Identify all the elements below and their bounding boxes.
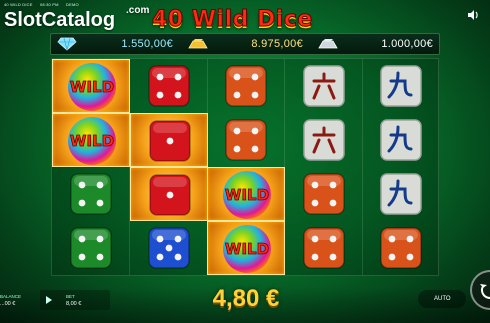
- dice-icon: [147, 65, 190, 107]
- jackpot-gold-value: 8.975,00€: [251, 38, 303, 50]
- watermark-suffix: .com: [126, 5, 150, 16]
- dice-icon: [303, 227, 345, 269]
- wild-symbol-art: WILD: [223, 171, 272, 219]
- jackpot-diamond: 1.550,00€: [51, 34, 181, 54]
- tile-nine-symbol: [362, 113, 440, 167]
- clock-text: 08:30 PM: [39, 2, 59, 7]
- jackpot-silver: 1.000,00€: [311, 34, 441, 54]
- silver-bar-icon: [318, 39, 338, 49]
- gold-bar-icon: [188, 39, 208, 49]
- orange-dice-symbol: [207, 113, 285, 167]
- red-dice-symbol: [129, 113, 208, 167]
- watermark-logo: SlotCatalog .com: [4, 5, 149, 35]
- bet-value: 8,00 €: [66, 301, 82, 307]
- dice-icon: [380, 227, 423, 269]
- dice-icon: [70, 173, 112, 215]
- wild-symbol: WILD: [207, 221, 286, 275]
- bet-label: BET: [66, 294, 75, 299]
- balance-label: BALANCE: [0, 294, 22, 299]
- wild-text: WILD: [70, 78, 114, 96]
- play-icon[interactable]: [45, 296, 53, 304]
- tile-six-symbol: [285, 59, 363, 113]
- orange-dice-symbol: [285, 221, 363, 275]
- dice-icon: [225, 119, 267, 161]
- wild-text: WILD: [70, 132, 114, 150]
- wild-symbol: WILD: [52, 113, 130, 167]
- wild-symbol: WILD: [207, 167, 286, 221]
- reel-grid: WILD WILD WILD WILD: [51, 58, 439, 276]
- diamond-icon: [57, 37, 77, 51]
- jackpot-silver-value: 1.000,00€: [381, 38, 433, 50]
- mahjong-nine-icon: [380, 65, 423, 107]
- wild-symbol-art: WILD: [68, 63, 116, 111]
- jackpot-diamond-value: 1.550,00€: [121, 38, 173, 50]
- dice-icon: [225, 65, 267, 107]
- watermark-name: SlotCatalog: [4, 9, 116, 31]
- orange-dice-symbol: [362, 221, 440, 275]
- autoplay-button[interactable]: AUTO: [418, 290, 466, 308]
- dice-icon: [147, 227, 190, 269]
- dice-icon: [148, 174, 191, 216]
- mode-text: DEMO: [66, 2, 79, 7]
- spin-icon: [480, 282, 490, 299]
- orange-dice-symbol: [207, 59, 285, 113]
- green-dice-symbol: [52, 167, 130, 221]
- tile-nine-symbol: [362, 59, 440, 113]
- dice-icon: [303, 173, 345, 215]
- orange-dice-symbol: [285, 167, 363, 221]
- mahjong-six-icon: [303, 65, 345, 107]
- wild-symbol-art: WILD: [68, 117, 116, 165]
- mahjong-nine-icon: [380, 173, 423, 215]
- blue-dice-symbol: [130, 221, 208, 275]
- red-dice-symbol: [129, 167, 208, 221]
- wild-symbol: WILD: [52, 59, 130, 113]
- tile-six-symbol: [285, 113, 363, 167]
- game-name-text: 40 WILD DICE: [4, 2, 33, 7]
- speaker-icon[interactable]: [466, 8, 480, 22]
- mahjong-nine-icon: [380, 119, 423, 161]
- red-dice-symbol: [130, 59, 208, 113]
- dice-icon: [70, 227, 112, 269]
- jackpot-gold: 8.975,00€: [181, 34, 311, 54]
- wild-text: WILD: [225, 240, 269, 258]
- dice-icon: [148, 120, 191, 162]
- balance-value: ...00 €: [0, 301, 16, 307]
- wild-symbol-art: WILD: [223, 225, 272, 273]
- game-title: 40 Wild Dice: [152, 7, 313, 33]
- wild-text: WILD: [225, 186, 269, 204]
- win-amount: 4,80 €: [212, 285, 280, 312]
- mahjong-six-icon: [303, 119, 345, 161]
- jackpot-bar: 1.550,00€ 8.975,00€ 1.000,00€: [50, 33, 440, 55]
- green-dice-symbol: [52, 221, 130, 275]
- tile-nine-symbol: [362, 167, 440, 221]
